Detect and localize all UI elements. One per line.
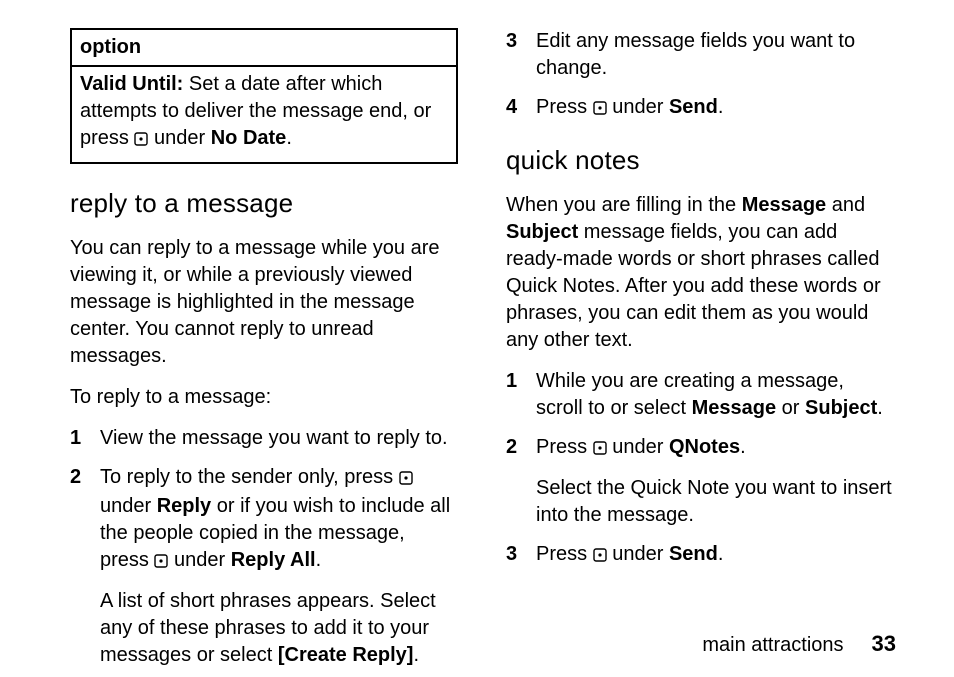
qn-step-1: 1 While you are creating a message, scro… (506, 368, 894, 422)
text: Press (536, 543, 593, 565)
step-body: To reply to the sender only, press under… (100, 464, 458, 669)
text: under (607, 96, 669, 118)
step-number: 4 (506, 94, 522, 123)
label-create-reply: [Create Reply] (278, 644, 414, 666)
softkey-icon (134, 127, 148, 154)
text: under (100, 495, 157, 517)
text: or (776, 397, 805, 419)
reply-step-1: 1 View the message you want to reply to. (70, 425, 458, 452)
qn-step-3: 3 Press under Send. (506, 541, 894, 570)
step-body: View the message you want to reply to. (100, 425, 458, 452)
step-number: 1 (70, 425, 86, 452)
text: Press (536, 96, 593, 118)
quicknotes-intro: When you are filling in the Message and … (506, 192, 894, 354)
option-period: . (286, 127, 292, 149)
heading-reply: reply to a message (70, 186, 458, 221)
option-no-date: No Date (211, 127, 287, 149)
reply-step-2: 2 To reply to the sender only, press und… (70, 464, 458, 669)
option-valid-until-label: Valid Until: (80, 73, 183, 95)
step-body: Edit any message fields you want to chan… (536, 28, 894, 82)
reply-step-4: 4 Press under Send. (506, 94, 894, 123)
qn-step-2: 2 Press under QNotes. Select the Quick N… (506, 434, 894, 529)
text: Press (536, 436, 593, 458)
text: . (413, 644, 419, 666)
label-send: Send (669, 96, 718, 118)
page-content: option Valid Until: Set a date after whi… (0, 0, 954, 640)
right-column: 3 Edit any message fields you want to ch… (506, 28, 894, 640)
step-number: 3 (506, 541, 522, 570)
step-number: 2 (506, 434, 522, 529)
label-message: Message (692, 397, 777, 419)
text: . (740, 436, 746, 458)
label-reply-all: Reply All (231, 549, 316, 571)
text: When you are filling in the (506, 194, 742, 216)
text: under (607, 543, 669, 565)
qn2-para1: Press under QNotes. (536, 434, 894, 463)
reply-step-3: 3 Edit any message fields you want to ch… (506, 28, 894, 82)
step-body: Press under QNotes. Select the Quick Not… (536, 434, 894, 529)
page-footer: main attractions 33 (702, 629, 896, 659)
step2-para2: A list of short phrases appears. Select … (100, 588, 458, 669)
label-subject: Subject (805, 397, 877, 419)
label-qnotes: QNotes (669, 436, 740, 458)
left-column: option Valid Until: Set a date after whi… (70, 28, 458, 640)
page-number: 33 (872, 629, 896, 659)
text: To reply to the sender only, press (100, 466, 399, 488)
qn2-para2: Select the Quick Note you want to insert… (536, 475, 894, 529)
option-box: option Valid Until: Set a date after whi… (70, 28, 458, 164)
softkey-icon (593, 543, 607, 570)
step-body: Press under Send. (536, 94, 894, 123)
option-header: option (72, 30, 456, 67)
softkey-icon (593, 436, 607, 463)
text: . (718, 96, 724, 118)
step-number: 3 (506, 28, 522, 82)
label-reply: Reply (157, 495, 211, 517)
softkey-icon (399, 466, 413, 493)
label-subject: Subject (506, 221, 578, 243)
step-body: While you are creating a message, scroll… (536, 368, 894, 422)
step-number: 2 (70, 464, 86, 669)
text: . (718, 543, 724, 565)
option-text-2: under (148, 127, 210, 149)
reply-lead: To reply to a message: (70, 384, 458, 411)
step-body: Press under Send. (536, 541, 894, 570)
step-number: 1 (506, 368, 522, 422)
step2-para1: To reply to the sender only, press under… (100, 464, 458, 576)
text: under (607, 436, 669, 458)
label-send: Send (669, 543, 718, 565)
text: . (877, 397, 883, 419)
softkey-icon (154, 549, 168, 576)
text: . (316, 549, 322, 571)
text: and (826, 194, 865, 216)
softkey-icon (593, 96, 607, 123)
heading-quick-notes: quick notes (506, 143, 894, 178)
reply-intro: You can reply to a message while you are… (70, 235, 458, 370)
option-body: Valid Until: Set a date after which atte… (72, 67, 456, 162)
text: under (168, 549, 230, 571)
label-message: Message (742, 194, 827, 216)
footer-section-label: main attractions (702, 632, 843, 659)
